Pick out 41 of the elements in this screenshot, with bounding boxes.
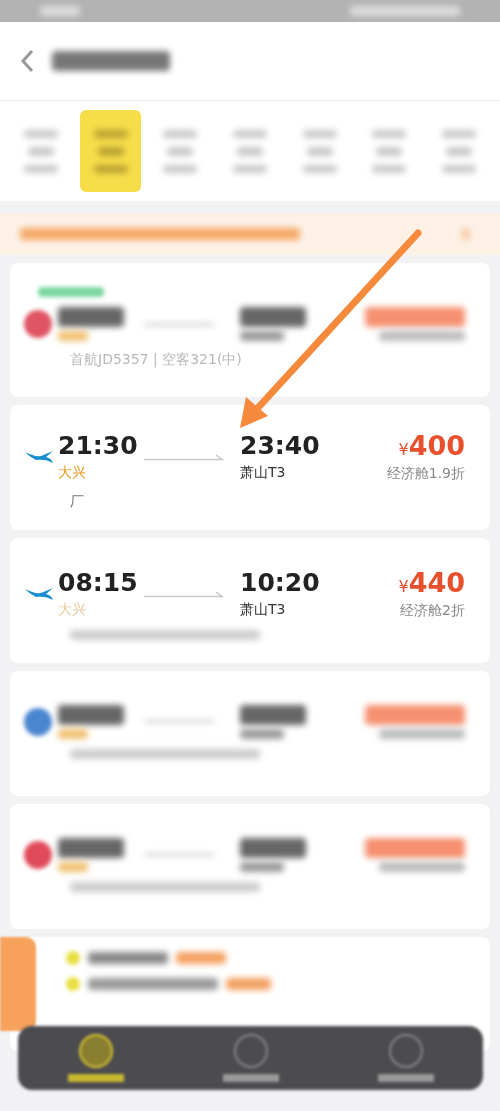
blurred-text [240,704,306,725]
blurred-text [58,331,88,341]
blurred-text [58,704,124,725]
nav-tab[interactable] [67,1034,124,1082]
departure-airport: 大兴 [58,601,87,619]
nav-tab[interactable] [222,1034,279,1082]
blurred-text [240,837,306,858]
arrival-airport: 萧山T3 [240,601,287,619]
date-tab[interactable] [79,110,142,192]
departure-time: 08:15 [58,568,139,597]
blurred-text [240,728,284,739]
flight-price: ¥400 [398,430,465,461]
blurred-text [58,728,88,739]
cabin-discount: 经济舱2折 [400,602,465,620]
arrival-airport: 萧山T3 [240,464,287,482]
flight-info: 厂 [69,493,85,511]
flight-card[interactable]: 21:30 大兴 23:40 萧山T3 ¥400 经济舱1.9折 厂 [10,405,490,530]
status-icons [40,6,80,16]
blurred-text [58,861,88,872]
blurred-text [240,331,284,341]
arrival-time: 10:20 [240,568,321,597]
flight-card[interactable] [10,671,490,796]
departure-airport: 大兴 [58,464,87,482]
nav-tab[interactable] [377,1034,434,1082]
departure-time: 21:30 [58,431,139,460]
flight-info: 首航JD5357 | 空客321(中) [69,351,243,369]
flight-card[interactable]: 08:15 大兴 10:20 萧山T3 ¥440 经济舱2折 [10,538,490,663]
promo-icon [66,977,80,991]
promo-text [176,952,226,964]
blurred-text [58,837,124,858]
side-tab[interactable] [0,937,36,1031]
blurred-text [240,861,284,872]
arrival-time: 23:40 [240,431,321,460]
promo-icon [66,951,80,965]
blurred-text [58,307,124,327]
flight-price: ¥440 [398,567,465,598]
flight-card[interactable] [10,804,490,929]
blurred-text [240,307,306,327]
cabin-discount: 经济舱1.9折 [386,465,465,483]
back-icon[interactable] [20,49,34,73]
promo-text [226,978,271,990]
